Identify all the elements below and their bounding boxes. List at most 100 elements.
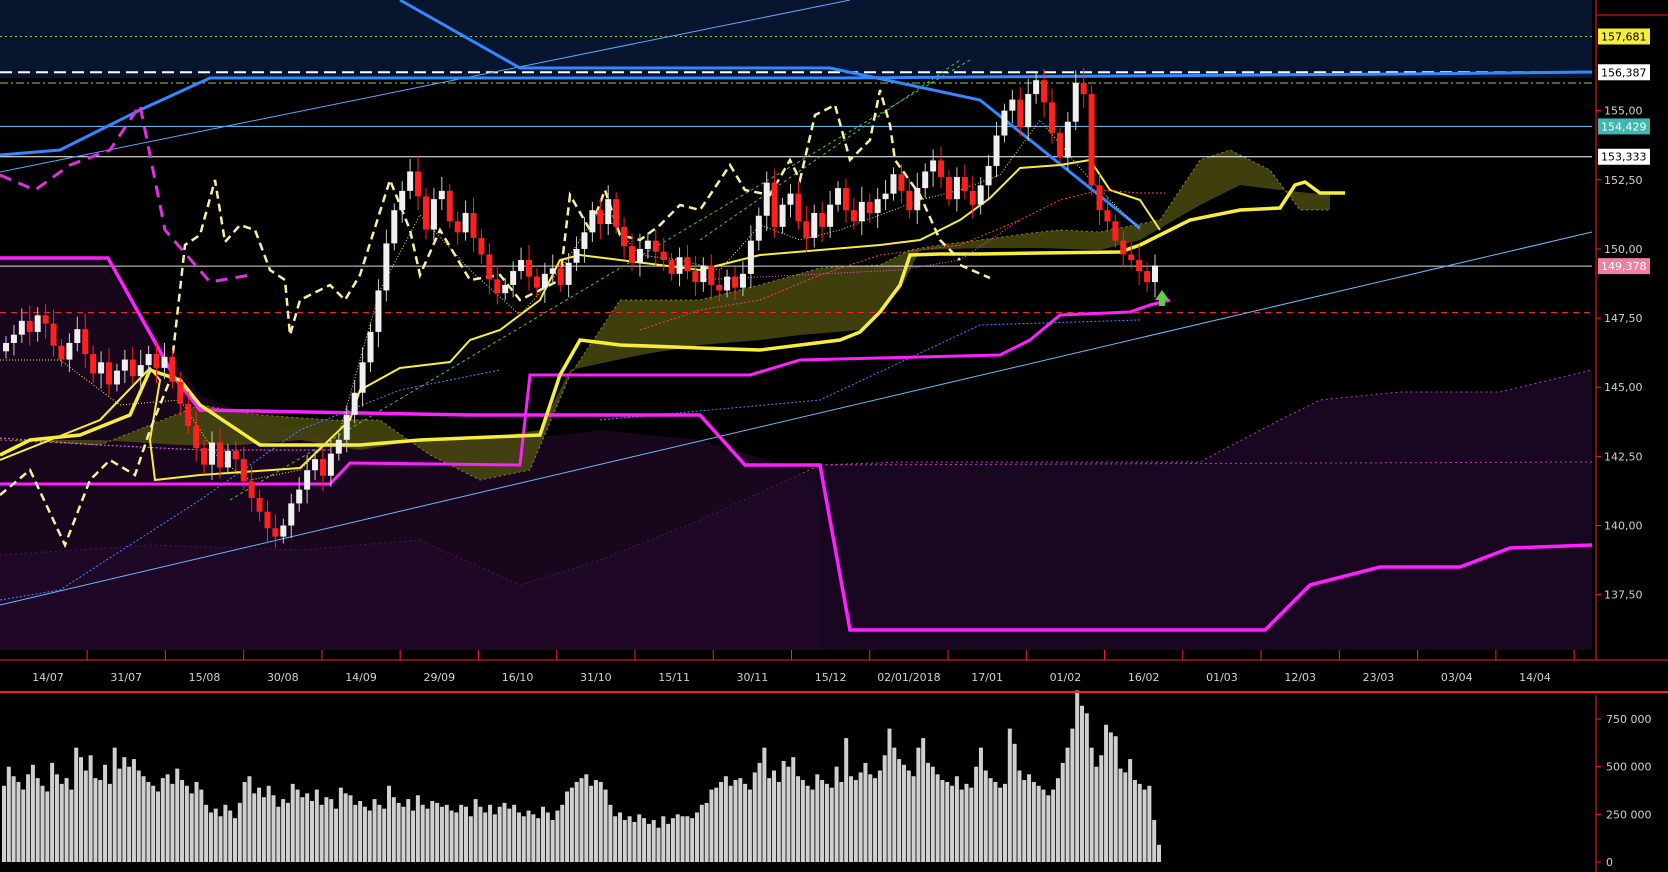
candle-body-94 [747,240,754,274]
volume-bar-167 [805,785,810,862]
volume-bar-181 [873,778,878,862]
volume-bar-124 [598,781,603,862]
candle-body-82 [652,240,659,252]
volume-bar-223 [1075,690,1080,862]
candle-body-116 [922,171,929,189]
volume-bar-238 [1147,785,1152,862]
volume-bar-22 [107,783,112,862]
volume-bar-218 [1051,789,1056,862]
time-tick-label-15: 01/03 [1206,671,1238,684]
volume-bar-98 [473,799,478,862]
volume-tick-label-0: 0 [1606,856,1613,869]
volume-bar-131 [632,821,637,862]
volume-bar-159 [767,778,772,862]
volume-bar-213 [1027,774,1032,862]
volume-bar-188 [906,770,911,862]
volume-bar-203 [978,747,983,862]
volume-bar-78 [377,804,382,862]
volume-bar-152 [733,780,738,862]
volume-bar-187 [901,764,906,862]
volume-bar-9 [45,791,50,862]
volume-bar-51 [247,776,252,862]
candle-body-144 [1144,271,1151,283]
candle-body-2 [18,320,25,335]
volume-bar-160 [772,770,776,862]
candle-body-97 [771,182,778,227]
volume-bar-88 [425,808,430,862]
candle-body-0 [3,342,9,352]
price-tick-label-0: 137,50 [1604,589,1643,602]
candle-body-9 [74,329,81,343]
volume-bar-139 [670,818,675,862]
volume-bar-145 [699,804,704,862]
candle-body-91 [724,276,731,291]
candle-body-115 [914,188,921,211]
volume-bar-108 [521,816,526,862]
volume-bar-240 [1157,844,1161,862]
candle-body-61 [486,254,493,280]
volume-bar-146 [704,802,709,862]
volume-bar-6 [30,764,35,862]
volume-bar-176 [849,776,853,862]
volume-bar-199 [959,789,964,862]
volume-bar-86 [415,795,420,862]
volume-bar-62 [300,797,305,862]
candle-body-114 [906,190,913,211]
candle-body-11 [90,354,97,374]
candle-body-54 [430,199,437,230]
volume-bar-155 [747,789,752,862]
candle-body-70 [557,268,564,285]
volume-bar-190 [916,747,921,862]
volume-bar-30 [146,781,151,862]
volume-bar-0 [2,785,6,862]
volume-bar-186 [897,759,902,862]
volume-bar-95 [459,804,464,862]
volume-bar-215 [1036,785,1041,862]
volume-bar-23 [112,747,117,862]
volume-bar-201 [969,787,974,862]
candle-body-122 [969,190,976,205]
candle-body-112 [890,174,897,194]
candle-body-57 [454,221,461,233]
volume-bar-234 [1128,759,1133,862]
time-tick-label-2: 15/08 [189,671,221,684]
volume-bar-230 [1108,732,1113,862]
time-tick-label-0: 14/07 [32,671,64,684]
candle-body-31 [248,481,255,498]
volume-bar-36 [175,768,180,862]
volume-bar-229 [1104,724,1109,862]
price-tick-label-5: 150,00 [1604,243,1643,256]
volume-bar-91 [439,806,444,862]
volume-bar-122 [589,785,594,862]
volume-bar-126 [608,804,613,862]
time-tick-label-12: 17/01 [971,671,1003,684]
volume-bar-141 [680,816,685,862]
volume-bar-119 [574,781,579,862]
volume-bar-83 [401,806,406,862]
candle-body-52 [415,171,422,197]
candle-body-143 [1136,260,1143,272]
ichimoku-chart[interactable]: 137,50 140,00 142,50 145,00 147,50 150,00 152,… [0,0,1668,872]
volume-bar-150 [723,776,728,862]
candle-body-142 [1128,254,1135,260]
volume-bar-5 [26,774,31,862]
candle-body-77 [613,199,620,227]
volume-bar-42 [204,804,209,862]
volume-bar-189 [911,776,916,862]
candle-body-133 [1056,132,1063,158]
volume-bar-60 [290,783,295,862]
candle-body-125 [993,135,1000,166]
candle-body-38 [304,470,311,490]
volume-bar-2 [11,776,16,862]
volume-bar-27 [131,759,136,862]
volume-bar-170 [820,780,825,862]
candle-body-69 [549,268,556,274]
candle-body-93 [739,273,746,288]
volume-bar-74 [358,801,363,862]
candle-body-118 [938,160,945,178]
candle-body-8 [66,342,73,360]
volume-bar-221 [1065,747,1070,862]
volume-bar-18 [88,755,93,862]
candle-body-63 [502,284,509,294]
volume-bar-153 [738,778,743,862]
